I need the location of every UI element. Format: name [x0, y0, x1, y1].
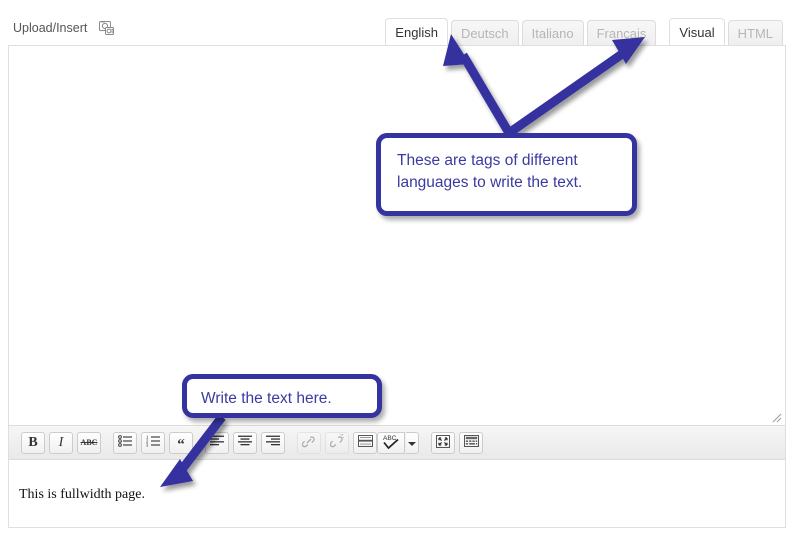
tab-english[interactable]: English [385, 18, 448, 45]
tab-bar: English Deutsch Italiano Français Visual… [382, 18, 783, 45]
tab-italiano[interactable]: Italiano [521, 20, 584, 45]
numbered-list-button[interactable]: 1 2 3 [141, 431, 165, 454]
italic-icon: I [58, 434, 64, 450]
resize-grip-icon[interactable] [770, 410, 782, 423]
editor-frame: B I ABC 1 2 3 “ ABC This is fullwidth pa… [8, 45, 786, 528]
callout-languages-note: These are tags of different languages to… [376, 133, 637, 216]
editor-body-text[interactable]: This is fullwidth page. [19, 487, 145, 503]
add-media-icon[interactable] [99, 20, 116, 37]
unlink-icon [329, 433, 344, 451]
align-center-button[interactable] [233, 431, 257, 454]
spellcheck-icon: ABC [381, 433, 401, 453]
svg-text:ABC: ABC [383, 435, 397, 442]
editor-toolbar: B I ABC 1 2 3 “ ABC [9, 425, 785, 460]
align-center-icon [238, 435, 252, 450]
insert-link-button[interactable] [297, 431, 321, 454]
unlink-button[interactable] [325, 431, 349, 454]
kitchen-sink-button[interactable] [459, 431, 483, 454]
strikethrough-button[interactable]: ABC [77, 431, 101, 454]
tab-francais[interactable]: Français [586, 20, 657, 45]
editor-content-area[interactable]: This is fullwidth page. [9, 461, 785, 527]
callout-write-here-note: Write the text here. [182, 374, 382, 418]
align-right-button[interactable] [261, 431, 285, 454]
bold-icon: B [28, 434, 38, 450]
link-icon [301, 434, 316, 451]
tab-html[interactable]: HTML [727, 20, 783, 45]
align-left-button[interactable] [205, 431, 229, 454]
blockquote-button[interactable]: “ [169, 431, 193, 454]
more-tag-icon [357, 435, 373, 450]
align-right-icon [266, 435, 280, 450]
kitchen-sink-icon [463, 435, 479, 450]
svg-text:3: 3 [146, 442, 149, 447]
chevron-down-icon [408, 434, 416, 452]
tab-deutsch[interactable]: Deutsch [450, 20, 519, 45]
bold-button[interactable]: B [21, 431, 45, 454]
fullscreen-icon [436, 434, 450, 451]
bulleted-list-icon [117, 435, 133, 450]
tab-visual[interactable]: Visual [669, 18, 725, 45]
editor-canvas[interactable] [9, 46, 785, 425]
italic-button[interactable]: I [49, 431, 73, 454]
insert-more-tag-button[interactable] [353, 431, 377, 454]
numbered-list-icon: 1 2 3 [146, 434, 161, 450]
spellcheck-dropdown-button[interactable] [406, 431, 419, 454]
upload-insert-label: Upload/Insert [13, 21, 88, 35]
align-left-icon [210, 435, 224, 450]
bulleted-list-button[interactable] [113, 431, 137, 454]
strikethrough-icon: ABC [80, 438, 98, 447]
fullscreen-button[interactable] [431, 431, 455, 454]
page-root: Upload/Insert English Deutsch Italiano F… [0, 0, 795, 535]
top-bar: Upload/Insert English Deutsch Italiano F… [0, 0, 795, 45]
spellcheck-button[interactable]: ABC [377, 431, 405, 454]
